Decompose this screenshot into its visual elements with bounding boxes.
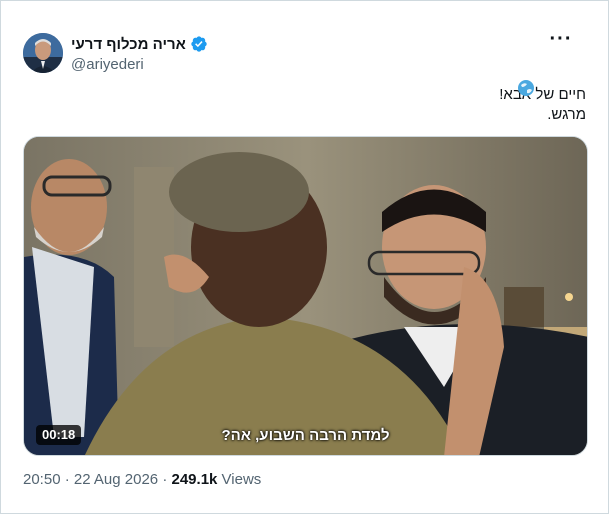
tweet-header: אריה מכלוף דרעי @ariyederi ··· [23,29,586,73]
verified-badge-icon [191,36,207,52]
tweet-text-line-2: מרגש. [547,106,586,123]
video-player[interactable]: למדת הרבה השבוע, אה? 00:18 [23,136,588,456]
globe-emoji-icon [518,80,534,96]
meta-separator-2: · [158,471,172,488]
meta-separator: · [60,471,74,488]
tweet-time[interactable]: 20:50 [23,471,61,488]
views-count: 249.1k [171,471,218,488]
tweet-text: חיים של אבא! מרגש. [26,80,586,125]
video-frame [24,137,587,455]
tweet-date[interactable]: 22 Aug 2026 [74,471,158,488]
more-options-icon[interactable]: ··· [546,29,576,53]
author-display-name[interactable]: אריה מכלוף דרעי [71,36,186,53]
video-duration-badge: 00:18 [36,425,82,445]
tweet-meta: 20:50 · 22 Aug 2026 · 249.1k Views [23,471,261,488]
author-handle[interactable]: @ariyederi [71,56,208,73]
tweet-text-line-1: חיים של אבא! [499,86,586,103]
avatar[interactable] [23,33,63,73]
views-label: Views [217,471,262,488]
tweet-card[interactable]: אריה מכלוף דרעי @ariyederi ··· חיים של א… [0,0,609,514]
video-subtitle: למדת הרבה השבוע, אה? [221,427,390,444]
author-names: אריה מכלוף דרעי @ariyederi [71,34,208,73]
